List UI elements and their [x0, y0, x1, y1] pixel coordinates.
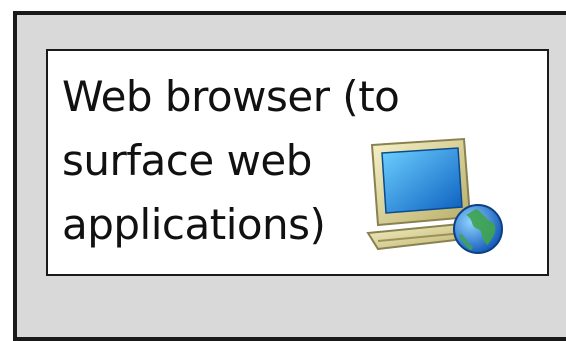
label-line-1: Web browser (to	[62, 72, 400, 121]
web-browser-node: Web browser (to surface web applications…	[46, 49, 549, 276]
computer-globe-icon	[366, 137, 503, 254]
web-browser-label: Web browser (to surface web applications…	[62, 65, 400, 257]
label-line-3: applications)	[62, 200, 326, 249]
label-line-2: surface web	[62, 136, 312, 185]
